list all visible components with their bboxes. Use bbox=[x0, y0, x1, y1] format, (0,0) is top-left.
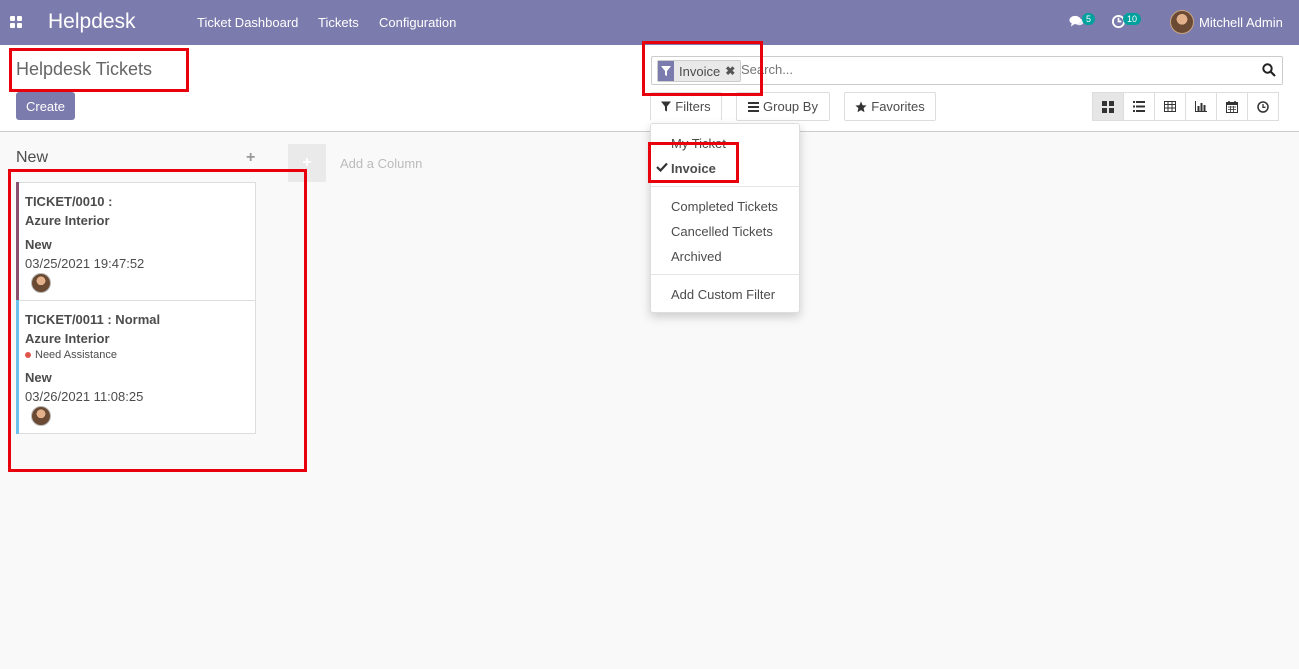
calendar-icon bbox=[1226, 100, 1238, 113]
card-title: TICKET/0010 : bbox=[25, 194, 113, 209]
filter-my-ticket[interactable]: My Ticket bbox=[671, 136, 726, 151]
card-customer: Azure Interior bbox=[25, 213, 110, 228]
avatar bbox=[31, 273, 51, 293]
create-button[interactable]: Create bbox=[16, 92, 75, 120]
card-color-bar bbox=[16, 300, 19, 434]
filters-label: Filters bbox=[675, 99, 711, 114]
menu-ticket-dashboard[interactable]: Ticket Dashboard bbox=[197, 15, 298, 30]
facet-remove-icon[interactable]: ✖ bbox=[725, 64, 737, 78]
user-menu-name[interactable]: Mitchell Admin bbox=[1199, 15, 1283, 30]
graph-view-button[interactable] bbox=[1185, 92, 1217, 121]
card-title: TICKET/0011 : Normal bbox=[25, 312, 161, 327]
favorites-button[interactable]: Favorites bbox=[844, 92, 936, 121]
kanban-card[interactable]: TICKET/0011 : Normal Azure Interior Need… bbox=[16, 300, 256, 434]
bar-chart-icon bbox=[1195, 101, 1207, 112]
card-date: 03/26/2021 11:08:25 bbox=[25, 389, 144, 404]
page-title: Helpdesk Tickets bbox=[16, 59, 153, 79]
favorites-label: Favorites bbox=[871, 99, 925, 114]
tag-dot-icon bbox=[25, 352, 31, 359]
pivot-view-button[interactable] bbox=[1154, 92, 1186, 121]
checkmark-icon bbox=[656, 162, 668, 172]
dropdown-divider bbox=[651, 186, 799, 187]
list-icon bbox=[1133, 101, 1145, 112]
card-tag: Need Assistance bbox=[25, 349, 117, 361]
filters-button[interactable]: Filters bbox=[650, 92, 722, 121]
search-bar[interactable]: Invoice ✖ bbox=[651, 56, 1283, 85]
list-bars-icon bbox=[748, 101, 760, 112]
app-brand[interactable]: Helpdesk bbox=[48, 10, 136, 34]
add-column-plus-icon[interactable]: + bbox=[288, 144, 326, 182]
messages-count-badge: 5 bbox=[1082, 13, 1096, 25]
list-view-button[interactable] bbox=[1123, 92, 1155, 121]
card-date: 03/25/2021 19:47:52 bbox=[25, 256, 145, 271]
search-input[interactable] bbox=[741, 62, 1241, 77]
clock-icon bbox=[1257, 100, 1269, 113]
view-switcher bbox=[1092, 92, 1279, 121]
avatar bbox=[31, 406, 51, 426]
card-customer: Azure Interior bbox=[25, 331, 110, 346]
menu-configuration[interactable]: Configuration bbox=[379, 15, 456, 30]
menu-tickets[interactable]: Tickets bbox=[318, 15, 359, 30]
card-stage: New bbox=[25, 237, 52, 252]
filter-completed-tickets[interactable]: Completed Tickets bbox=[671, 199, 778, 214]
add-column-label[interactable]: Add a Column bbox=[340, 156, 422, 171]
search-facet-invoice: Invoice ✖ bbox=[657, 60, 742, 82]
group-by-button[interactable]: Group By bbox=[736, 92, 830, 121]
kanban-icon bbox=[1102, 100, 1114, 113]
card-stage: New bbox=[25, 370, 52, 385]
filter-invoice[interactable]: Invoice bbox=[671, 161, 716, 176]
activity-view-button[interactable] bbox=[1247, 92, 1279, 121]
control-panel: Helpdesk Tickets Create Invoice ✖ Filter… bbox=[0, 45, 1299, 132]
group-by-label: Group By bbox=[763, 99, 818, 114]
calendar-view-button[interactable] bbox=[1216, 92, 1248, 121]
filter-cancelled-tickets[interactable]: Cancelled Tickets bbox=[671, 224, 773, 239]
kanban-view-button[interactable] bbox=[1092, 92, 1124, 121]
table-icon bbox=[1164, 101, 1176, 112]
filter-icon bbox=[658, 61, 674, 81]
star-icon bbox=[855, 101, 867, 113]
add-custom-filter[interactable]: Add Custom Filter bbox=[671, 287, 775, 302]
dropdown-divider bbox=[651, 274, 799, 275]
apps-menu-icon[interactable] bbox=[10, 16, 22, 28]
kanban-column-title: New bbox=[16, 149, 49, 166]
card-tag-label: Need Assistance bbox=[35, 349, 117, 361]
filter-icon bbox=[661, 101, 672, 112]
activities-count-badge: 10 bbox=[1123, 13, 1142, 25]
facet-label: Invoice bbox=[679, 63, 721, 79]
quick-create-icon[interactable]: + bbox=[246, 149, 255, 167]
kanban-card[interactable]: TICKET/0010 : Azure Interior New 03/25/2… bbox=[16, 182, 256, 301]
search-icon[interactable] bbox=[1262, 63, 1276, 77]
filters-dropdown: My Ticket Invoice Completed Tickets Canc… bbox=[650, 123, 800, 313]
top-navbar: Helpdesk Ticket Dashboard Tickets Config… bbox=[0, 0, 1299, 45]
filter-archived[interactable]: Archived bbox=[671, 249, 722, 264]
card-color-bar bbox=[16, 182, 19, 301]
user-avatar[interactable] bbox=[1170, 10, 1194, 34]
